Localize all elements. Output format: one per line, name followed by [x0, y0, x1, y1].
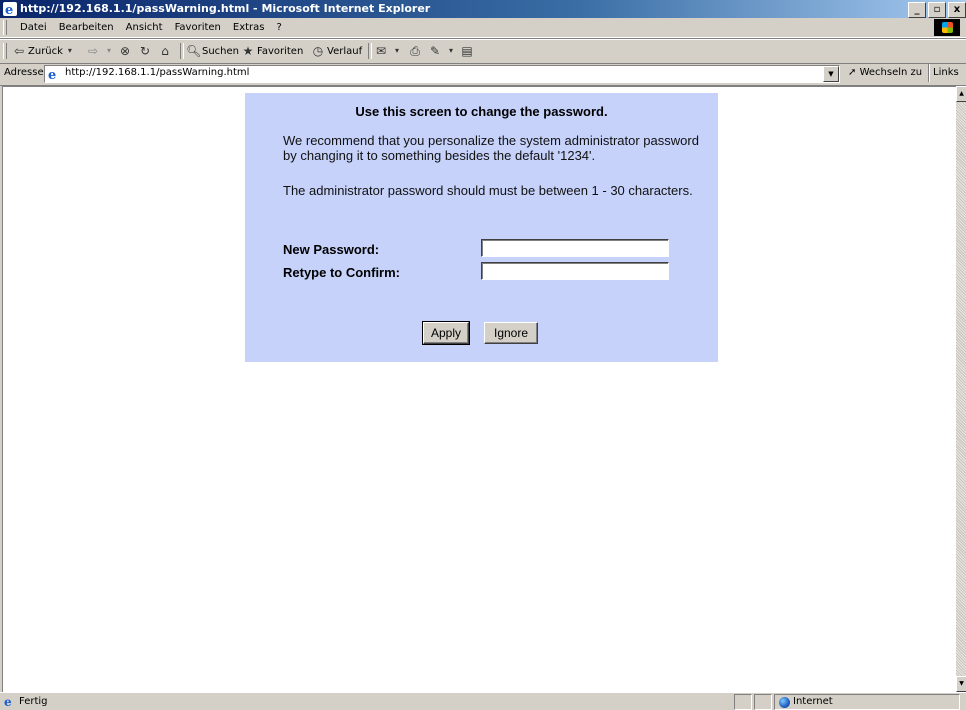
favorites-label: Favoriten — [257, 45, 304, 57]
confirm-password-field[interactable] — [481, 262, 669, 280]
go-button[interactable]: ➚ Wechseln zu — [848, 67, 922, 78]
ie-logo-icon: e — [3, 2, 17, 16]
forward-arrow-icon: ⇨ — [87, 44, 99, 58]
search-button[interactable]: 🔍︎ Suchen — [186, 39, 239, 63]
dropdown-icon: ▾ — [106, 46, 111, 55]
print-icon: ⎙ — [410, 44, 420, 58]
apply-button[interactable]: Apply — [422, 321, 470, 345]
length-requirement-text: The administrator password should must b… — [283, 183, 693, 198]
go-arrow-icon: ➚ — [848, 67, 857, 78]
edit-button[interactable]: ✎ ▾ — [428, 39, 460, 63]
home-icon: ⌂ — [161, 44, 169, 58]
address-label: Adresse — [4, 67, 44, 78]
vertical-scrollbar[interactable]: ▲ ▼ — [956, 86, 966, 692]
forward-button[interactable]: ⇨ ▾ — [86, 39, 118, 63]
globe-icon — [779, 696, 790, 708]
stop-icon: ⊗ — [119, 44, 131, 58]
security-zone: Internet — [774, 694, 960, 710]
close-button[interactable]: x — [948, 2, 966, 18]
menu-datei[interactable]: Datei — [14, 18, 53, 37]
menu-favoriten[interactable]: Favoriten — [169, 18, 227, 37]
back-label: Zurück — [28, 45, 63, 57]
address-input[interactable]: e http://192.168.1.1/passWarning.html ▼ — [44, 65, 840, 83]
title-bar: e http://192.168.1.1/passWarning.html - … — [0, 0, 966, 18]
toolbar-separator — [180, 43, 184, 59]
menu-ansicht[interactable]: Ansicht — [120, 18, 169, 37]
go-label: Wechseln zu — [859, 67, 923, 78]
status-text: Fertig — [19, 695, 48, 707]
status-cell — [734, 694, 752, 710]
new-password-label: New Password: — [283, 242, 380, 257]
toolbar-grip — [3, 43, 7, 59]
discuss-button[interactable]: ▤ — [460, 39, 476, 63]
scroll-up-button[interactable]: ▲ — [956, 86, 966, 102]
menu-grip — [3, 20, 7, 35]
new-password-field[interactable] — [481, 239, 669, 257]
toolbar-separator — [368, 43, 372, 59]
svg-text:e: e — [48, 68, 56, 81]
scroll-down-button[interactable]: ▼ — [956, 676, 966, 692]
dropdown-icon: ▾ — [67, 46, 72, 55]
status-bar: e Fertig Internet — [0, 692, 966, 710]
home-button[interactable]: ⌂ — [158, 39, 174, 63]
history-button[interactable]: ◷ Verlauf — [311, 39, 362, 63]
mail-button[interactable]: ✉ ▾ — [374, 39, 406, 63]
mail-icon: ✉ — [375, 44, 387, 58]
address-bar: Adresse e http://192.168.1.1/passWarning… — [0, 63, 966, 86]
confirm-password-label: Retype to Confirm: — [283, 265, 400, 280]
history-label: Verlauf — [327, 45, 363, 57]
menu-help[interactable]: ? — [271, 18, 288, 37]
back-arrow-icon: ⇦ — [13, 44, 25, 58]
stop-button[interactable]: ⊗ — [118, 39, 134, 63]
page-icon: e — [48, 68, 56, 81]
menu-bearbeiten[interactable]: Bearbeiten — [53, 18, 120, 37]
page-heading: Use this screen to change the password. — [355, 104, 608, 119]
password-panel: Use this screen to change the password. … — [245, 93, 718, 362]
discuss-icon: ▤ — [461, 44, 473, 58]
zone-label: Internet — [793, 696, 833, 707]
edit-icon: ✎ — [429, 44, 441, 58]
favorites-icon: ★ — [242, 44, 254, 58]
windows-logo-icon — [934, 19, 960, 36]
svg-text:e: e — [5, 3, 13, 16]
menu-bar: Datei Bearbeiten Ansicht Favoriten Extra… — [0, 18, 966, 38]
dropdown-icon: ▾ — [448, 46, 453, 55]
page-status-icon: e — [4, 695, 12, 707]
menu-extras[interactable]: Extras — [227, 18, 271, 37]
ignore-button[interactable]: Ignore — [484, 322, 538, 344]
svg-text:e: e — [4, 695, 12, 707]
address-dropdown-button[interactable]: ▼ — [823, 66, 839, 82]
toolbar: ⇦ Zurück ▾ ⇨ ▾ ⊗ ↻ ⌂ 🔍︎ Suchen ★ Favorit… — [0, 38, 966, 64]
maximize-button[interactable]: ▫ — [928, 2, 946, 18]
dropdown-icon: ▾ — [394, 46, 399, 55]
search-label: Suchen — [202, 45, 240, 57]
favorites-button[interactable]: ★ Favoriten — [241, 39, 304, 63]
search-icon: 🔍︎ — [186, 44, 202, 58]
status-cell — [754, 694, 772, 710]
minimize-button[interactable]: _ — [908, 2, 926, 18]
refresh-icon: ↻ — [139, 44, 151, 58]
print-button[interactable]: ⎙ — [408, 39, 424, 63]
recommendation-text: We recommend that you personalize the sy… — [283, 133, 699, 163]
history-icon: ◷ — [312, 44, 324, 58]
links-button[interactable]: Links — [928, 64, 959, 82]
address-url: http://192.168.1.1/passWarning.html — [65, 67, 250, 78]
window-title: http://192.168.1.1/passWarning.html - Mi… — [20, 2, 431, 15]
refresh-button[interactable]: ↻ — [138, 39, 154, 63]
back-button[interactable]: ⇦ Zurück ▾ — [12, 39, 79, 63]
